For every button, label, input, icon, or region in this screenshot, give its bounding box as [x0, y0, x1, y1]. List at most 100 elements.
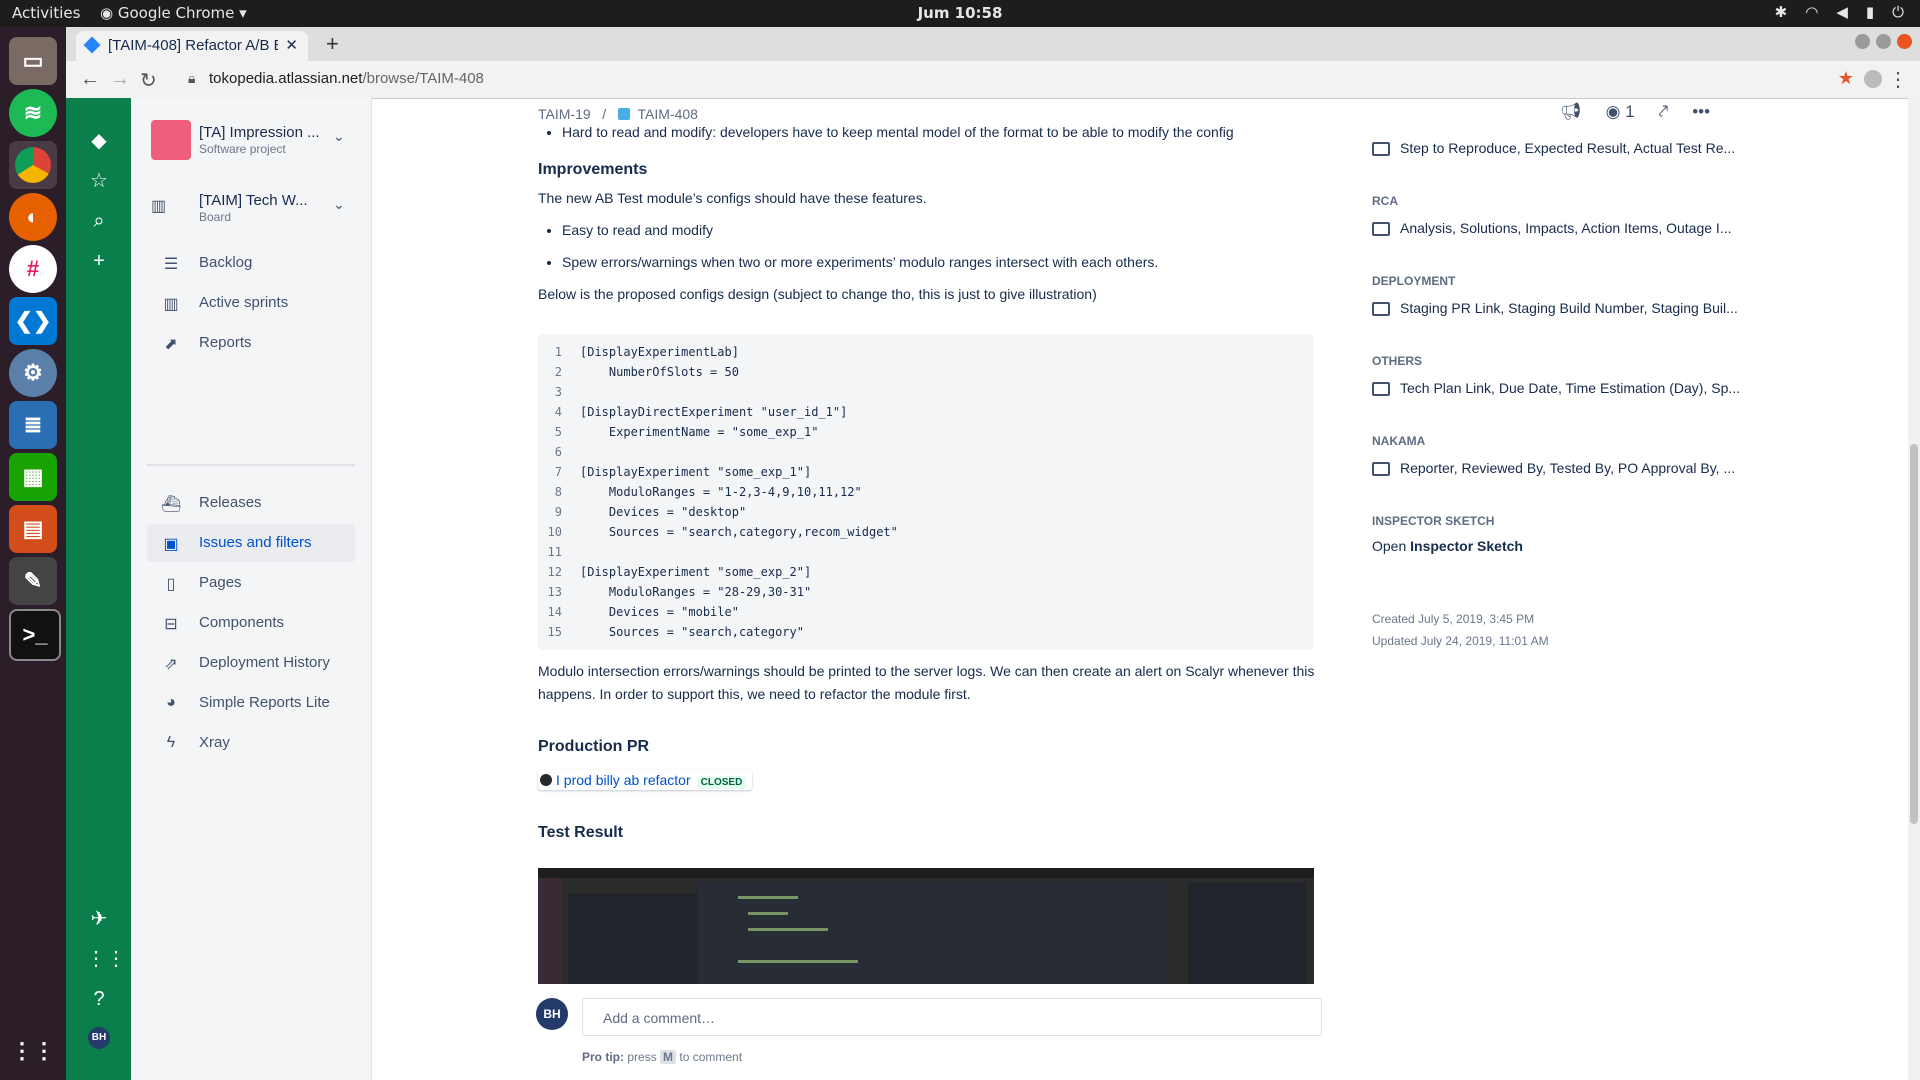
parent-issue-link[interactable]: TAIM-19	[538, 106, 591, 122]
settings-gear-app-icon[interactable]: ⚙	[9, 349, 57, 397]
reload-icon[interactable]: ↻	[140, 68, 157, 93]
screenshot-line	[748, 912, 788, 915]
search-icon[interactable]: ⌕	[86, 208, 112, 234]
power-icon[interactable]: ⏻	[1892, 3, 1904, 21]
sidebar-item-pages[interactable]: ▯ Pages	[147, 564, 355, 602]
chart-icon: ⬈	[164, 336, 178, 353]
project-sidebar: [TA] Impression ... Software project ⌄ ▥…	[131, 98, 372, 1080]
browser-menu-icon[interactable]: ⋮	[1888, 67, 1908, 92]
sidebar-item-components[interactable]: ⊟ Components	[147, 604, 355, 642]
field-group-link[interactable]: Reporter, Reviewed By, Tested By, PO App…	[1372, 460, 1752, 476]
minimize-icon[interactable]	[1855, 34, 1870, 49]
user-avatar[interactable]: BH	[88, 1027, 110, 1049]
calc-icon[interactable]: ▦	[9, 453, 57, 501]
bookmark-star-icon[interactable]: ★	[1838, 68, 1854, 89]
folder-icon	[1372, 382, 1390, 396]
address-bar: ← → ↻ 🔒︎ tokopedia.atlassian.net/browse/…	[66, 61, 1920, 99]
ubuntu-dock: ▭ ≋ ◐ # ❮❯ ⚙ ≣ ▦ ▤ ✎ >_ ⋮⋮	[0, 27, 66, 1080]
scrollbar-thumb[interactable]	[1910, 444, 1918, 824]
lock-icon[interactable]: 🔒︎	[188, 70, 195, 87]
line-number: 14	[547, 605, 562, 619]
add-comment-input[interactable]: Add a comment…	[582, 998, 1322, 1036]
field-group-link[interactable]: Step to Reproduce, Expected Result, Actu…	[1372, 140, 1752, 156]
activities-button[interactable]: Activities	[12, 4, 80, 22]
battery-icon[interactable]: ▮	[1866, 3, 1874, 21]
wifi-icon[interactable]: ◠	[1805, 3, 1818, 21]
spotify-icon[interactable]: ≋	[9, 89, 57, 137]
app-menu[interactable]: ◉ Google Chrome ▾	[100, 4, 247, 22]
files-icon[interactable]: ▭	[9, 37, 57, 85]
inspector-sketch-row: Open Inspector Sketch	[1372, 538, 1752, 554]
notifications-icon[interactable]: ✈	[86, 906, 112, 932]
code-block[interactable]: 1 [DisplayExperimentLab] 2 NumberOfSlots =…	[538, 334, 1314, 650]
new-tab-button[interactable]: +	[326, 31, 339, 57]
created-date: Created July 5, 2019, 3:45 PM	[1372, 612, 1535, 626]
sidebar-item-xray[interactable]: ϟ Xray	[147, 724, 355, 762]
issue-key-link[interactable]: TAIM-408	[638, 106, 698, 122]
tools-icon[interactable]: ✎	[9, 557, 57, 605]
sidebar-item-issues-and-filters[interactable]: ▣ Issues and filters	[147, 524, 355, 562]
app-menu-label: Google Chrome	[117, 4, 235, 22]
sidebar-item-deployment-history[interactable]: ⇗ Deployment History	[147, 644, 355, 682]
field-group-link[interactable]: Tech Plan Link, Due Date, Time Estimatio…	[1372, 380, 1752, 396]
slack-tray-icon[interactable]: ✱	[1775, 3, 1788, 21]
show-apps-icon[interactable]: ⋮⋮	[9, 1027, 57, 1075]
pr-smart-link[interactable]: I prod billy ab refactor CLOSED	[538, 770, 753, 790]
field-group-link[interactable]: Analysis, Solutions, Impacts, Action Ite…	[1372, 220, 1752, 236]
share-icon[interactable]: ⤤	[1659, 102, 1669, 122]
app-switcher-icon[interactable]: ⋮⋮	[86, 946, 126, 972]
vscode-icon[interactable]: ❮❯	[9, 297, 57, 345]
close-tab-icon[interactable]: ✕	[285, 36, 298, 54]
pro-tip: Pro tip: press M to comment	[582, 1050, 742, 1064]
starred-icon[interactable]: ☆	[86, 168, 112, 194]
url-field[interactable]: tokopedia.atlassian.net/browse/TAIM-408	[209, 70, 484, 87]
issue-view: TAIM-19 / TAIM-408 📢︎ ◉ 1 ⤤ ••• Hard to …	[372, 98, 1920, 1080]
sidebar-item-simple-reports-lite[interactable]: ◕ Simple Reports Lite	[147, 684, 355, 722]
browser-tab[interactable]: [TAIM-408] Refactor A/B E ✕	[76, 31, 308, 61]
sidebar-item-active-sprints[interactable]: ▥ Active sprints	[147, 284, 355, 322]
code-line: 11	[538, 542, 1314, 562]
line-number: 4	[554, 405, 562, 419]
bolt-icon: ϟ	[166, 734, 176, 751]
page-scrollbar[interactable]	[1908, 98, 1920, 1080]
code-text: Devices = "desktop"	[580, 505, 747, 519]
slack-icon[interactable]: #	[9, 245, 57, 293]
backlog-icon: ☰	[163, 256, 179, 273]
sidebar-item-releases[interactable]: ⛴ Releases	[147, 484, 355, 522]
back-icon[interactable]: ←	[80, 68, 100, 91]
terminal-icon[interactable]: >_	[9, 609, 61, 661]
screenshot-line	[748, 928, 828, 931]
feedback-icon[interactable]: 📢︎	[1560, 102, 1582, 122]
folder-icon	[1372, 462, 1390, 476]
updated-date: Updated July 24, 2019, 11:01 AM	[1372, 634, 1549, 648]
impress-icon[interactable]: ▤	[9, 505, 57, 553]
code-line: 5 ExperimentName = "some_exp_1"	[538, 422, 1314, 442]
firefox-icon[interactable]: ◐	[9, 193, 57, 241]
system-clock[interactable]: Jum 10:58	[918, 4, 1003, 22]
help-icon[interactable]: ?	[86, 986, 112, 1012]
code-text: Sources = "search,category"	[580, 625, 804, 639]
sidebar-item-backlog[interactable]: ☰ Backlog	[147, 244, 355, 282]
create-icon[interactable]: +	[86, 248, 112, 274]
chrome-icon[interactable]	[9, 141, 57, 189]
sidebar-item-reports[interactable]: ⬈ Reports	[147, 324, 355, 362]
jira-logo-icon[interactable]: ◆	[86, 128, 112, 154]
line-number: 1	[554, 345, 562, 359]
close-window-icon[interactable]	[1897, 34, 1912, 49]
jira-favicon-icon	[83, 36, 101, 54]
test-result-screenshot[interactable]	[538, 868, 1314, 984]
pro-tip-label: Pro tip:	[582, 1050, 624, 1064]
breadcrumb: TAIM-19 / TAIM-408	[538, 106, 698, 122]
system-tray[interactable]: ✱ ◠ ◀ ▮ ⏻	[1775, 3, 1904, 21]
improvements-heading: Improvements	[538, 161, 648, 178]
field-group-link[interactable]: Staging PR Link, Staging Build Number, S…	[1372, 300, 1752, 316]
code-line: 9 Devices = "desktop"	[538, 502, 1314, 522]
maximize-icon[interactable]	[1876, 34, 1891, 49]
forward-icon[interactable]: →	[110, 68, 130, 91]
watch-button[interactable]: ◉ 1	[1606, 102, 1635, 122]
profile-icon[interactable]	[1864, 70, 1882, 88]
writer-icon[interactable]: ≣	[9, 401, 57, 449]
more-actions-icon[interactable]: •••	[1692, 102, 1710, 122]
volume-icon[interactable]: ◀	[1836, 3, 1848, 21]
inspector-sketch-link[interactable]: Inspector Sketch	[1410, 538, 1523, 554]
